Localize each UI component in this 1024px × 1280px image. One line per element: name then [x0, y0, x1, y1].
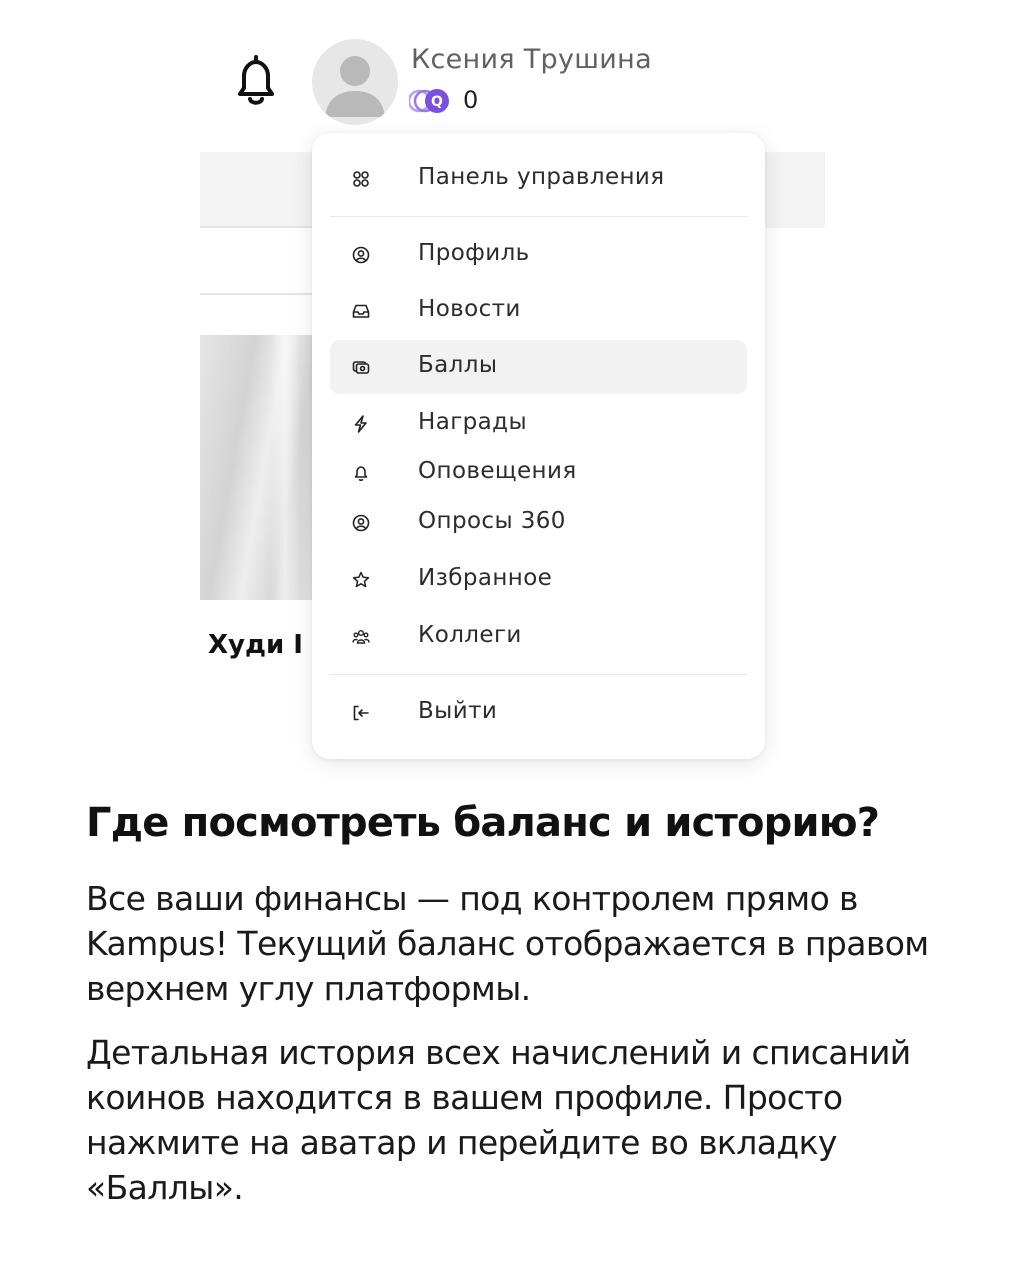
menu-item-surveys[interactable]: Опросы 360	[330, 496, 747, 550]
menu-item-rewards[interactable]: Награды	[330, 397, 747, 451]
notification-bell-icon[interactable]	[230, 52, 282, 110]
user-name[interactable]: Ксения Трушина	[411, 44, 652, 75]
menu-item-label: Панель управления	[418, 164, 665, 190]
menu-item-news[interactable]: Новости	[330, 284, 747, 338]
menu-item-label: Оповещения	[418, 458, 577, 484]
menu-item-favorites[interactable]: Избранное	[330, 553, 747, 607]
menu-item-label: Избранное	[418, 565, 553, 591]
menu-divider	[330, 216, 747, 217]
menu-item-label: Выйти	[418, 698, 498, 724]
user-circle-icon	[352, 246, 370, 264]
article-paragraph: Все ваши финансы — под контролем прямо в…	[86, 879, 929, 1008]
users-icon	[352, 628, 370, 646]
coin-icon: Q	[407, 87, 453, 115]
inbox-icon	[352, 302, 370, 320]
star-icon	[352, 571, 370, 589]
dashboard-icon	[352, 170, 370, 188]
menu-item-label: Баллы	[418, 352, 498, 378]
coin-balance: 0	[463, 86, 479, 114]
divider	[200, 293, 312, 295]
menu-item-logout[interactable]: Выйти	[330, 686, 747, 740]
menu-item-label: Коллеги	[418, 622, 522, 648]
product-title[interactable]: Худи I	[208, 630, 312, 660]
menu-item-profile[interactable]: Профиль	[330, 228, 747, 282]
menu-item-notifications[interactable]: Оповещения	[330, 446, 747, 500]
menu-item-colleagues[interactable]: Коллеги	[330, 610, 747, 664]
product-image[interactable]	[200, 335, 312, 600]
user-dropdown-menu: Панель управления Профиль Новости Баллы	[312, 133, 765, 759]
coins-icon	[352, 358, 370, 376]
menu-item-label: Профиль	[418, 240, 530, 266]
logout-icon	[352, 704, 370, 722]
menu-item-label: Награды	[418, 409, 528, 435]
divider	[200, 226, 312, 228]
article-heading: Где посмотреть баланс и историю?	[86, 800, 880, 846]
svg-text:Q: Q	[431, 94, 443, 110]
menu-item-label: Опросы 360	[418, 508, 566, 534]
menu-item-dashboard[interactable]: Панель управления	[330, 152, 747, 206]
article-paragraph: Детальная история всех начислений и спис…	[86, 1033, 911, 1207]
user-circle-icon	[352, 514, 370, 532]
menu-item-label: Новости	[418, 296, 521, 322]
bell-icon	[352, 464, 370, 482]
menu-item-points[interactable]: Баллы	[330, 340, 747, 394]
lightning-icon	[352, 415, 370, 433]
menu-divider	[330, 674, 747, 675]
avatar[interactable]	[312, 39, 398, 125]
